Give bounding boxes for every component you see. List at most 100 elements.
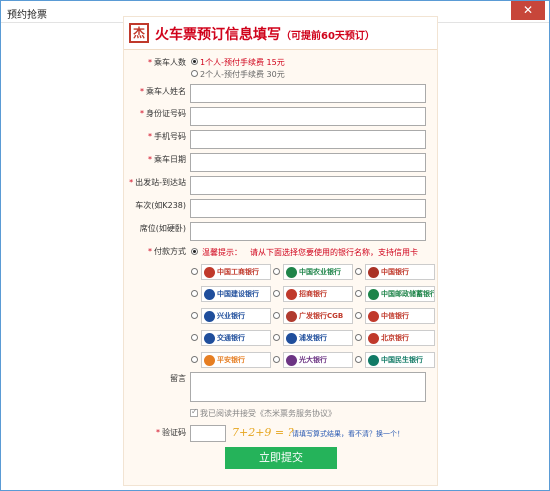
bank-radio[interactable] [273, 334, 280, 341]
required-mark: * [156, 428, 160, 437]
page-subtitle: （可提前60天预订） [281, 31, 375, 42]
captcha-input[interactable] [190, 425, 226, 442]
label-phone: * 手机号码 [148, 131, 186, 142]
bank-option-cmb[interactable]: 招商银行 [283, 286, 353, 302]
bank-radio[interactable] [273, 268, 280, 275]
required-mark: * [148, 132, 152, 141]
required-mark: * [148, 58, 152, 67]
bank-radio[interactable] [273, 312, 280, 319]
bank-radio[interactable] [355, 312, 362, 319]
label-text: 手机号码 [154, 132, 186, 141]
label-text: 验证码 [162, 428, 186, 437]
bank-option-ccb[interactable]: 中国建设银行 [201, 286, 271, 302]
bank-option-boc[interactable]: 中国银行 [365, 264, 435, 280]
bank-name: 招商银行 [299, 290, 327, 298]
agreement-text[interactable]: 我已阅读并接受《杰米票务服务协议》 [200, 409, 336, 418]
option-2-persons-label: 2个人-预付手续费 30元 [200, 70, 285, 79]
bank-radio[interactable] [273, 290, 280, 297]
radio-1-person[interactable] [191, 58, 198, 65]
required-mark: * [148, 155, 152, 164]
bank-radio[interactable] [355, 268, 362, 275]
label-route: * 出发站-到达站 [129, 177, 186, 188]
app-window: 预约抢票 ✕ 杰 火车票预订信息填写（可提前60天预订） * 乘车人数 * 乘车人姓… [0, 0, 550, 491]
required-mark: * [129, 178, 134, 187]
bank-option-pingan[interactable]: 平安银行 [201, 352, 271, 368]
bank-option-citic[interactable]: 中信银行 [365, 308, 435, 324]
bank-name: 广发银行CGB [299, 312, 344, 320]
citic-logo-icon [368, 310, 379, 322]
payment-radio[interactable] [191, 248, 198, 255]
cib-logo-icon [204, 310, 215, 322]
phone-input[interactable] [190, 130, 426, 149]
bank-option-cgb[interactable]: 广发银行CGB [283, 308, 353, 324]
train-no-input[interactable] [190, 199, 426, 218]
bocom-logo-icon [204, 332, 215, 344]
bank-name: 中信银行 [381, 312, 409, 320]
label-payment: * 付款方式 [148, 246, 186, 257]
payment-hint: 温馨提示： 请从下面选择您要使用的银行名称，支持信用卡 [202, 247, 418, 258]
label-id-number: * 身份证号码 [140, 108, 186, 119]
boc-logo-icon [368, 266, 379, 278]
route-input[interactable] [190, 176, 426, 195]
agreement-checkbox[interactable] [190, 407, 198, 417]
captcha-refresh-link[interactable]: 请填写算式结果，看不清？换一个！ [292, 429, 404, 439]
name-input[interactable] [190, 84, 426, 103]
required-mark: * [140, 87, 144, 96]
ccb-logo-icon [204, 288, 215, 300]
hint-text: 请从下面选择您要使用的银行名称，支持信用卡 [250, 248, 418, 257]
bank-radio[interactable] [191, 312, 198, 319]
bank-name: 兴业银行 [217, 312, 245, 320]
bank-radio[interactable] [355, 356, 362, 363]
label-date: * 乘车日期 [148, 154, 186, 165]
bank-option-abc[interactable]: 中国农业银行 [283, 264, 353, 280]
bank-option-spdb[interactable]: 浦发银行 [283, 330, 353, 346]
id-number-input[interactable] [190, 107, 426, 126]
captcha-image[interactable]: 7+2+9 = ? [232, 426, 294, 439]
close-button[interactable]: ✕ [511, 1, 545, 20]
page-title: 火车票预订信息填写（可提前60天预订） [155, 24, 375, 44]
bank-radio[interactable] [355, 334, 362, 341]
message-textarea[interactable] [190, 372, 426, 402]
label-name: * 乘车人姓名 [140, 86, 186, 97]
bank-name: 中国建设银行 [217, 290, 259, 298]
bank-name: 中国工商银行 [217, 268, 259, 276]
bank-option-ceb[interactable]: 光大银行 [283, 352, 353, 368]
spdb-logo-icon [286, 332, 297, 344]
pingan-logo-icon [204, 354, 215, 366]
label-message: 留言 [170, 374, 186, 383]
label-captcha: * 验证码 [156, 427, 186, 438]
bob-logo-icon [368, 332, 379, 344]
bank-name: 北京银行 [381, 334, 409, 342]
bank-radio[interactable] [191, 268, 198, 275]
hint-label: 温馨提示： [202, 248, 242, 257]
bank-option-cib[interactable]: 兴业银行 [201, 308, 271, 324]
bank-name: 平安银行 [217, 356, 245, 364]
label-seat: 席位(如硬卧) [139, 224, 186, 233]
bank-option-bob[interactable]: 北京银行 [365, 330, 435, 346]
bank-option-bocom[interactable]: 交通银行 [201, 330, 271, 346]
bank-radio[interactable] [191, 290, 198, 297]
bank-radio[interactable] [273, 356, 280, 363]
bank-option-psbc[interactable]: 中国邮政储蓄银行 [365, 286, 435, 302]
agreement: 我已阅读并接受《杰米票务服务协议》 [190, 407, 336, 419]
option-1-person-label: 1个人-预付手续费 15元 [200, 58, 285, 67]
bank-radio[interactable] [191, 334, 198, 341]
bank-name: 浦发银行 [299, 334, 327, 342]
cgb-logo-icon [286, 310, 297, 322]
bank-option-icbc[interactable]: 中国工商银行 [201, 264, 271, 280]
label-text: 身份证号码 [146, 109, 186, 118]
icbc-logo-icon [204, 266, 215, 278]
label-text: 乘车日期 [154, 155, 186, 164]
seat-input[interactable] [190, 222, 426, 241]
submit-button[interactable]: 立即提交 [225, 447, 337, 469]
bank-radio[interactable] [191, 356, 198, 363]
bank-name: 中国邮政储蓄银行 [381, 290, 435, 298]
label-text: 出发站-到达站 [135, 178, 186, 187]
bank-name: 中国民生银行 [381, 356, 423, 364]
bank-name: 中国银行 [381, 268, 409, 276]
psbc-logo-icon [368, 288, 379, 300]
bank-radio[interactable] [355, 290, 362, 297]
bank-option-cmbc[interactable]: 中国民生银行 [365, 352, 435, 368]
date-input[interactable] [190, 153, 426, 172]
radio-2-persons[interactable] [191, 70, 198, 77]
